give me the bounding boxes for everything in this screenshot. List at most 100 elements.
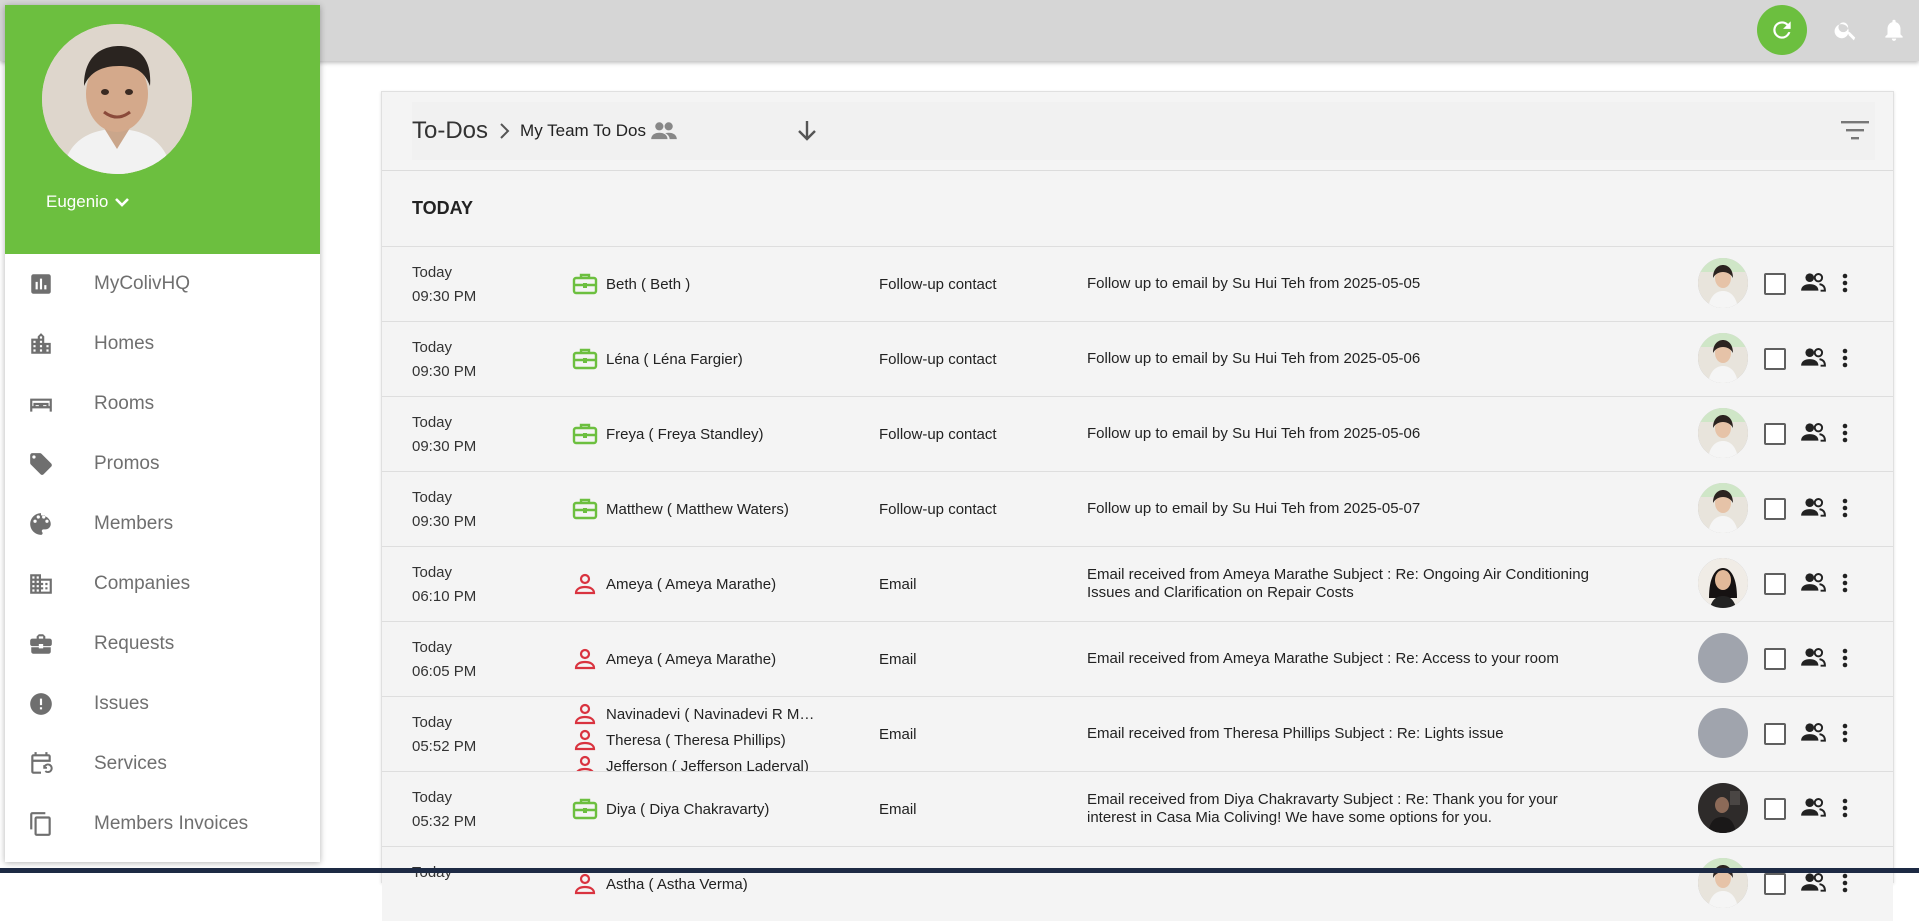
briefcase-icon (26, 629, 56, 659)
more-options-button[interactable] (1840, 421, 1850, 450)
todo-time: 09:30 PM (412, 288, 477, 305)
complete-checkbox[interactable] (1764, 798, 1786, 820)
todo-date: Today 05:52 PM (412, 711, 476, 759)
assign-team-button[interactable] (1800, 871, 1826, 898)
sidebar-item-rooms[interactable]: Rooms (5, 374, 320, 434)
assign-team-button[interactable] (1800, 571, 1826, 598)
todo-row[interactable]: Today 09:30 PM Beth ( Beth ) Follow-up cont… (382, 246, 1893, 321)
sidebar-item-companies[interactable]: Companies (5, 554, 320, 614)
sidebar-item-members-invoices[interactable]: Members Invoices (5, 794, 320, 854)
sidebar-item-mycolivhq[interactable]: MyColivHQ (5, 254, 320, 314)
contact-link[interactable]: Ameya ( Ameya Marathe) (572, 569, 832, 599)
todo-row[interactable]: Today Astha ( Astha Verma) (382, 846, 1893, 921)
sidebar-item-label: Services (94, 753, 167, 774)
refresh-button[interactable] (1757, 5, 1807, 55)
more-vert-icon (1842, 423, 1848, 443)
todo-contacts: Ameya ( Ameya Marathe) (572, 622, 832, 696)
user-menu[interactable]: Eugenio (46, 192, 130, 212)
todo-row[interactable]: Today 06:05 PM Ameya ( Ameya Marathe) Email… (382, 621, 1893, 696)
contact-link[interactable]: Léna ( Léna Fargier) (572, 344, 832, 374)
briefcase-icon (572, 421, 598, 447)
todo-row[interactable]: Today 09:30 PM Freya ( Freya Standley) Foll… (382, 396, 1893, 471)
todo-filter-label[interactable]: My Team To Dos (520, 121, 646, 141)
notifications-button[interactable] (1878, 14, 1910, 46)
assign-team-button[interactable] (1800, 496, 1826, 523)
complete-checkbox[interactable] (1764, 723, 1786, 745)
todo-type: Follow-up contact (879, 275, 997, 293)
team-icon (1801, 648, 1826, 667)
calendar-icon (26, 749, 56, 779)
sidebar-item-requests[interactable]: Requests (5, 614, 320, 674)
search-button[interactable] (1830, 14, 1862, 46)
sidebar-item-homes[interactable]: Homes (5, 314, 320, 374)
todo-type: Email (879, 800, 917, 818)
todo-row[interactable]: Today 06:10 PM Ameya ( Ameya Marathe) Email… (382, 546, 1893, 621)
sidebar-item-label: Members Invoices (94, 813, 249, 834)
contact-link[interactable]: Matthew ( Matthew Waters) (572, 494, 832, 524)
chevron-right-icon (498, 122, 512, 140)
contact-link[interactable]: Astha ( Astha Verma) (572, 869, 832, 899)
contact-link[interactable]: Navinadevi ( Navinadevi R M… (572, 701, 832, 727)
sidebar-item-label: Issues (94, 693, 149, 714)
contact-link[interactable]: Beth ( Beth ) (572, 269, 832, 299)
sort-icon[interactable] (1841, 120, 1869, 145)
todo-row[interactable]: Today 05:52 PM Navinadevi ( Navinadevi R M… (382, 696, 1893, 775)
assignee-avatar[interactable] (1698, 258, 1748, 308)
more-options-button[interactable] (1840, 871, 1850, 900)
assign-team-button[interactable] (1800, 271, 1826, 298)
assignee-avatar[interactable] (1698, 858, 1748, 908)
complete-checkbox[interactable] (1764, 423, 1786, 445)
assignee-avatar[interactable] (1698, 708, 1748, 758)
contact-name: Astha ( Astha Verma) (606, 875, 748, 893)
todo-date: Today 05:32 PM (412, 786, 476, 834)
assignee-avatar[interactable] (1698, 483, 1748, 533)
contact-link[interactable]: Ameya ( Ameya Marathe) (572, 644, 832, 674)
assignee-avatar[interactable] (1698, 633, 1748, 683)
assign-team-button[interactable] (1800, 646, 1826, 673)
more-options-button[interactable] (1840, 646, 1850, 675)
arrow-down-icon[interactable] (795, 118, 819, 149)
sidebar-item-services[interactable]: Services (5, 734, 320, 794)
palette-icon (26, 509, 56, 539)
assignee-avatar[interactable] (1698, 783, 1748, 833)
todo-type: Email (879, 725, 917, 743)
complete-checkbox[interactable] (1764, 498, 1786, 520)
complete-checkbox[interactable] (1764, 873, 1786, 895)
sidebar-item-members[interactable]: Members (5, 494, 320, 554)
assignee-avatar[interactable] (1698, 558, 1748, 608)
complete-checkbox[interactable] (1764, 273, 1786, 295)
contact-link[interactable]: Freya ( Freya Standley) (572, 419, 832, 449)
tag-icon (26, 449, 56, 479)
contact-link[interactable]: Diya ( Diya Chakravarty) (572, 794, 832, 824)
todo-day: Today (412, 489, 453, 506)
more-options-button[interactable] (1840, 721, 1850, 750)
bottom-strip (0, 868, 1919, 873)
todo-row[interactable]: Today 09:30 PM Léna ( Léna Fargier) Follow-… (382, 321, 1893, 396)
more-options-button[interactable] (1840, 571, 1850, 600)
complete-checkbox[interactable] (1764, 648, 1786, 670)
todo-row[interactable]: Today 05:32 PM Diya ( Diya Chakravarty) Ema… (382, 771, 1893, 846)
assignee-avatar[interactable] (1698, 408, 1748, 458)
assign-team-button[interactable] (1800, 721, 1826, 748)
more-options-button[interactable] (1840, 346, 1850, 375)
assign-team-button[interactable] (1800, 421, 1826, 448)
todo-row[interactable]: Today 09:30 PM Matthew ( Matthew Waters) Fo… (382, 471, 1893, 546)
assign-team-button[interactable] (1800, 346, 1826, 373)
more-options-button[interactable] (1840, 496, 1850, 525)
team-icon (1801, 348, 1826, 367)
assignee-avatar[interactable] (1698, 333, 1748, 383)
contact-link[interactable]: Theresa ( Theresa Phillips) (572, 727, 832, 753)
sidebar-item-label: Promos (94, 453, 160, 474)
copy-icon (26, 809, 56, 839)
user-name: Eugenio (46, 192, 109, 211)
sidebar-item-promos[interactable]: Promos (5, 434, 320, 494)
more-options-button[interactable] (1840, 271, 1850, 300)
sidebar-item-issues[interactable]: Issues (5, 674, 320, 734)
more-options-button[interactable] (1840, 796, 1850, 825)
sidebar-item-label: Homes (94, 333, 155, 354)
complete-checkbox[interactable] (1764, 348, 1786, 370)
todo-day: Today (412, 414, 453, 431)
complete-checkbox[interactable] (1764, 573, 1786, 595)
user-avatar[interactable] (42, 24, 192, 174)
assign-team-button[interactable] (1800, 796, 1826, 823)
